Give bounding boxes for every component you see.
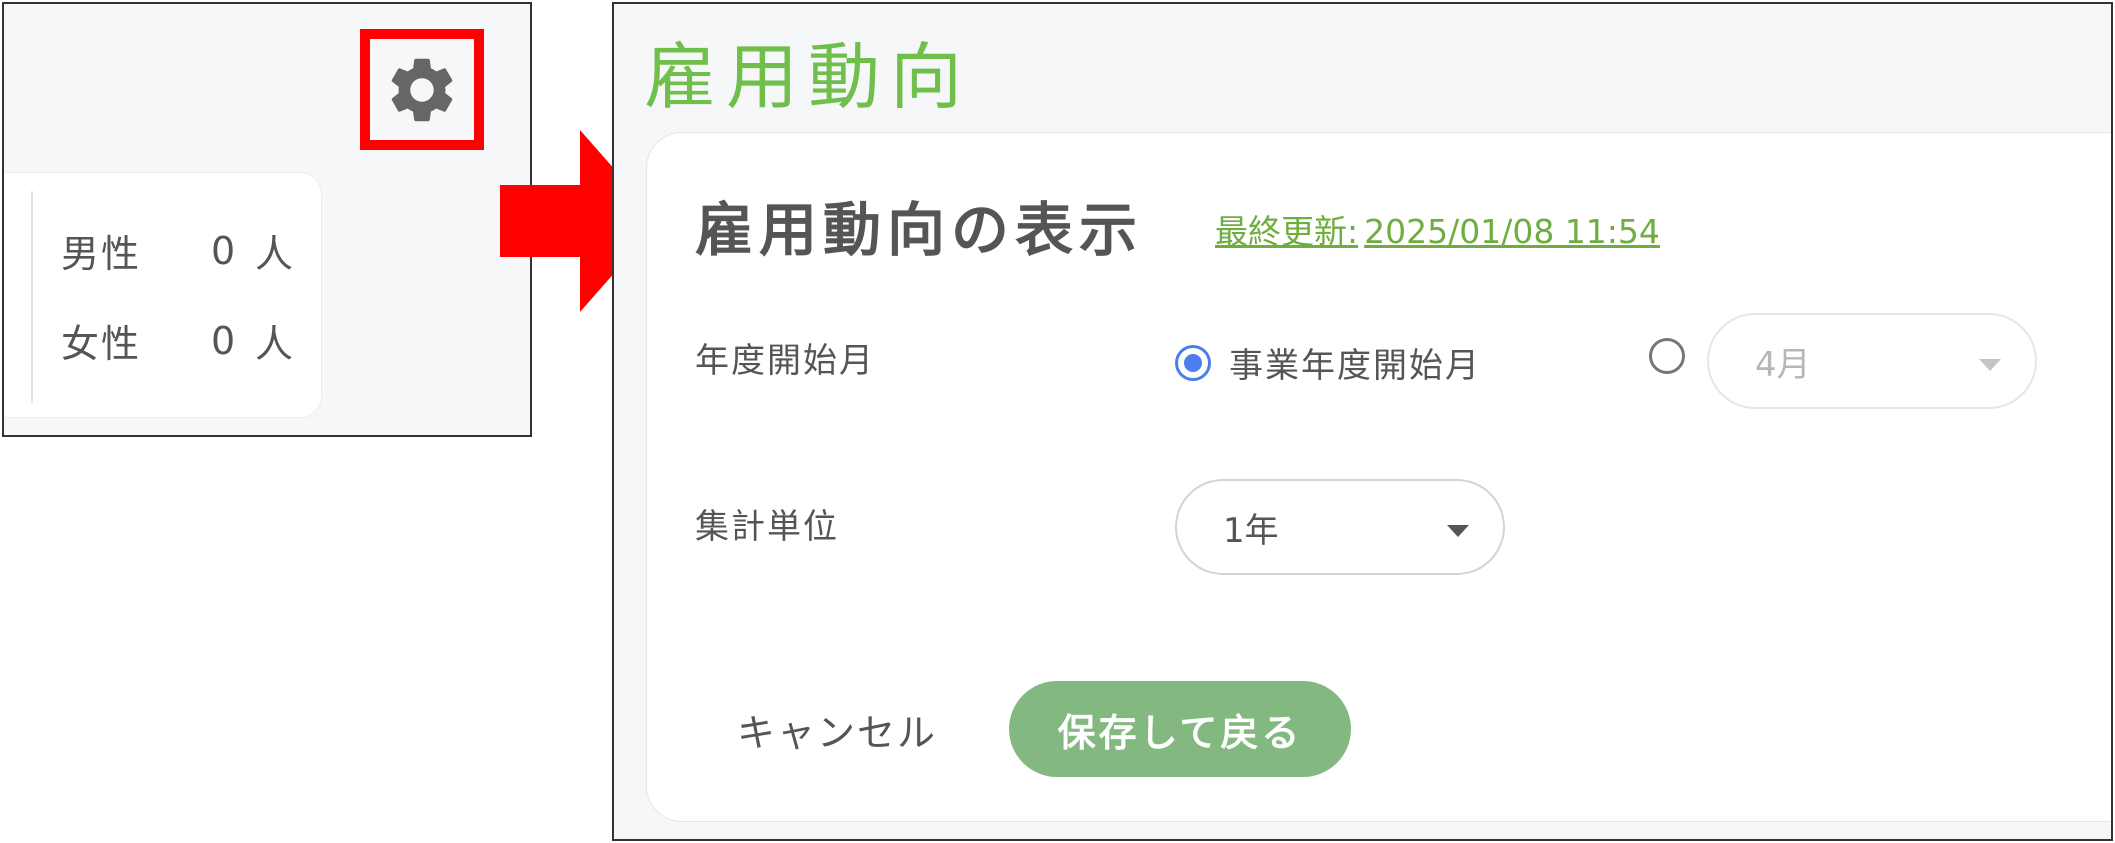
stat-label: 男性 (61, 232, 142, 276)
display-settings-card: 雇用動向の表示 最終更新: 2025/01/08 11:54 年度開始月 事業年度… (646, 132, 2111, 822)
radio-button-checked[interactable] (1175, 344, 1211, 381)
stat-value: 0 (211, 318, 238, 363)
stat-value: 0 (211, 228, 238, 273)
card-heading: 雇用動向の表示 (695, 196, 1144, 264)
save-and-return-button[interactable]: 保存して戻る (1009, 681, 1351, 777)
chevron-down-icon (1979, 359, 2001, 371)
aggregation-unit-select[interactable]: 1年 (1175, 479, 1505, 575)
fiscal-start-label: 年度開始月 (695, 341, 875, 381)
page-title: 雇用動向 (644, 35, 973, 119)
screenshot-composite: 男性 0 人 女性 0 人 雇用動向 雇用動向の表示 最終更新: 2025/01/… (0, 0, 2115, 843)
aggregation-unit-label: 集計単位 (695, 507, 839, 547)
right-snippet: 雇用動向 雇用動向の表示 最終更新: 2025/01/08 11:54 年度開始月… (612, 2, 2113, 841)
radio-button-unchecked[interactable] (1649, 338, 1685, 374)
last-updated-label: 最終更新: (1215, 212, 1359, 251)
last-updated-timestamp: 2025/01/08 11:54 (1364, 212, 1660, 251)
cancel-button[interactable]: キャンセル (737, 699, 937, 769)
stat-label: 女性 (61, 322, 142, 366)
month-select-value: 4月 (1755, 344, 1811, 385)
stat-row-female: 女性 0 人 (61, 313, 295, 368)
radio-label: 事業年度開始月 (1229, 346, 1481, 386)
left-snippet: 男性 0 人 女性 0 人 (2, 2, 532, 437)
settings-button-highlight[interactable] (360, 29, 484, 150)
stat-unit: 人 (255, 232, 296, 276)
stat-unit: 人 (255, 322, 296, 366)
radio-business-fiscal-start[interactable]: 事業年度開始月 (1175, 338, 1481, 387)
stat-row-male: 男性 0 人 (61, 223, 295, 278)
radio-custom-month[interactable] (1649, 338, 1685, 374)
card-divider (31, 191, 33, 403)
aggregation-select-value: 1年 (1223, 510, 1279, 551)
gear-icon (391, 58, 453, 121)
last-updated-link[interactable]: 最終更新: 2025/01/08 11:54 (1215, 205, 1660, 253)
chevron-down-icon (1447, 525, 1469, 537)
month-select[interactable]: 4月 (1707, 313, 2037, 409)
gender-summary-card: 男性 0 人 女性 0 人 (4, 172, 322, 418)
